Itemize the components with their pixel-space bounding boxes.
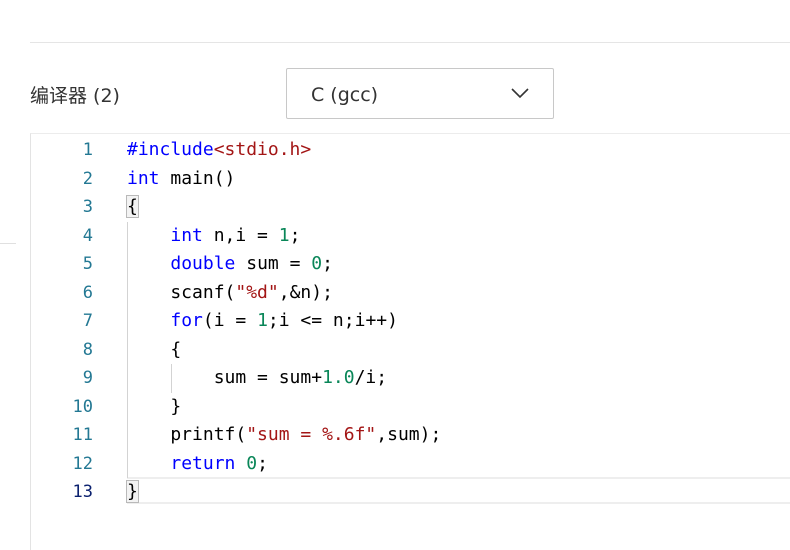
code-line: for(i = 1;i <= n;i++) xyxy=(127,307,398,336)
code-line: scanf("%d",&n); xyxy=(127,279,333,308)
chevron-down-icon xyxy=(511,88,529,99)
code-token: sum = xyxy=(235,253,312,274)
code-token: 0 xyxy=(311,253,323,274)
code-token: 1.0 xyxy=(322,367,355,388)
line-number: 11 xyxy=(72,425,93,445)
code-token: #include xyxy=(127,139,214,160)
code-token: 1 xyxy=(278,224,290,246)
code-token: ,&n); xyxy=(278,281,333,303)
compiler-select-value: C (gcc) xyxy=(311,84,379,106)
compiler-select[interactable]: C (gcc) xyxy=(286,68,554,119)
code-token: int xyxy=(127,167,160,189)
code-token: for xyxy=(170,310,203,331)
code-token: sum = sum+ xyxy=(127,367,323,388)
code-line: int main() xyxy=(127,165,235,194)
code-token: ,sum); xyxy=(376,424,442,445)
code-token: <stdio.h> xyxy=(213,139,312,160)
code-token: ; xyxy=(289,224,301,246)
code-token: { xyxy=(127,338,182,360)
line-number: 9 xyxy=(82,368,93,388)
top-divider xyxy=(30,42,790,43)
code-line: sum = sum+1.0/i; xyxy=(127,364,387,393)
line-number: 2 xyxy=(82,168,93,189)
indent-guide xyxy=(171,364,172,393)
code-line: printf("sum = %.6f",sum); xyxy=(127,421,441,450)
line-number: 10 xyxy=(72,396,93,417)
code-line: } xyxy=(127,393,181,422)
code-token: n,i = xyxy=(202,224,279,246)
code-token: /i; xyxy=(354,367,388,388)
code-token: double xyxy=(170,253,236,274)
code-token: int xyxy=(170,224,203,246)
line-number: 1 xyxy=(82,140,93,160)
code-token: ; xyxy=(257,452,268,474)
line-number: 5 xyxy=(82,254,93,274)
code-token: "%d" xyxy=(235,281,279,303)
code-token: } xyxy=(127,395,182,417)
code-token: (i = xyxy=(202,310,258,331)
code-line: } xyxy=(126,478,139,507)
code-line: { xyxy=(127,336,181,365)
line-number: 12 xyxy=(72,453,93,474)
code-token: { xyxy=(126,195,139,218)
compiler-label: 编译器 (2) xyxy=(30,85,120,107)
line-number: 7 xyxy=(82,311,93,331)
code-token: "sum = %.6f" xyxy=(246,424,377,445)
code-token: 1 xyxy=(257,310,268,331)
code-line: #include<stdio.h> xyxy=(127,136,311,165)
line-number-gutter: 1 2 3 4 5 6 7 8 9 10 11 12 13 xyxy=(31,134,93,550)
code-token: ; xyxy=(322,253,333,274)
line-number: 13 xyxy=(72,482,93,502)
left-divider xyxy=(0,243,16,244)
code-token: ;i <= n;i++) xyxy=(267,310,398,331)
code-token: } xyxy=(126,480,139,503)
line-number: 8 xyxy=(82,339,93,360)
code-line: { xyxy=(126,193,139,222)
code-editor[interactable]: 1 2 3 4 5 6 7 8 9 10 11 12 13 #include<stdio.h> int m… xyxy=(30,133,790,550)
code-area[interactable]: #include<stdio.h> int main(){ int n,i = 1… xyxy=(126,134,790,550)
line-number: 3 xyxy=(82,197,93,217)
code-line: int n,i = 1; xyxy=(127,222,300,251)
code-line: return 0; xyxy=(127,450,268,479)
code-token: main() xyxy=(159,167,236,189)
code-token: return xyxy=(170,452,236,474)
indent-guide xyxy=(127,221,128,478)
code-token: 0 xyxy=(246,452,258,474)
code-token: printf( xyxy=(127,424,247,445)
code-line: double sum = 0; xyxy=(127,250,333,279)
line-number: 4 xyxy=(82,225,93,246)
code-token: scanf( xyxy=(127,281,236,303)
line-number: 6 xyxy=(82,282,93,303)
